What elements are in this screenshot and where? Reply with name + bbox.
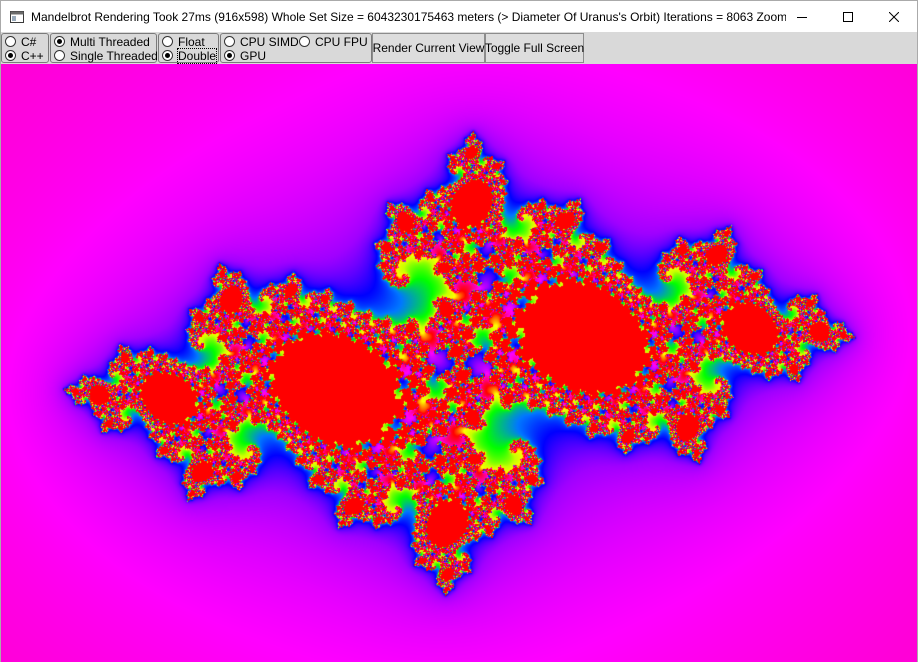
toggle-full-screen-button[interactable]: Toggle Full Screen (485, 33, 584, 63)
radio-double-label: Double (176, 47, 218, 64)
minimize-icon (797, 12, 807, 22)
radio-cpu-simd[interactable]: CPU SIMD (224, 34, 299, 49)
radio-multi-threaded[interactable]: Multi Threaded (54, 34, 150, 49)
radio-double-circle[interactable] (162, 50, 173, 61)
window-title: Mandelbrot Rendering Took 27ms (916x598)… (31, 9, 786, 24)
radio-cpu-simd-label: CPU SIMD (240, 34, 299, 49)
mandelbrot-canvas[interactable] (1, 64, 917, 662)
radio-csharp-label: C# (21, 34, 37, 49)
radio-csharp[interactable]: C# (5, 34, 36, 49)
title-bar[interactable]: Mandelbrot Rendering Took 27ms (916x598)… (1, 1, 917, 32)
radio-float[interactable]: Float (162, 34, 205, 49)
render-current-view-button[interactable]: Render Current View (372, 33, 485, 63)
window-controls (779, 1, 917, 32)
precision-group: Float Double (158, 33, 219, 64)
radio-double[interactable]: Double (162, 47, 218, 64)
radio-cpu-simd-circle[interactable] (224, 36, 235, 47)
radio-multi-threaded-label: Multi Threaded (70, 34, 150, 49)
maximize-button[interactable] (825, 1, 871, 32)
radio-multi-threaded-circle[interactable] (54, 36, 65, 47)
radio-float-label: Float (178, 34, 205, 49)
radio-single-threaded[interactable]: Single Threaded (54, 48, 158, 63)
radio-cpu-fpu[interactable]: CPU FPU (299, 34, 368, 49)
radio-cpu-fpu-circle[interactable] (299, 36, 310, 47)
close-icon (889, 11, 899, 22)
app-window-icon (9, 9, 25, 25)
radio-cpp-circle[interactable] (5, 50, 16, 61)
radio-float-circle[interactable] (162, 36, 173, 47)
mandelbrot-viewport[interactable] (1, 64, 917, 662)
maximize-icon (843, 11, 853, 22)
radio-single-threaded-label: Single Threaded (70, 48, 158, 63)
minimize-button[interactable] (779, 1, 825, 32)
language-group: C# C++ (1, 33, 49, 63)
radio-single-threaded-circle[interactable] (54, 50, 65, 61)
radio-gpu-circle[interactable] (224, 50, 235, 61)
radio-gpu[interactable]: GPU (224, 48, 266, 63)
app-window: Mandelbrot Rendering Took 27ms (916x598)… (0, 0, 918, 662)
radio-cpp-label: C++ (21, 48, 44, 63)
radio-cpp[interactable]: C++ (5, 48, 44, 63)
device-group: CPU SIMD CPU FPU GPU (220, 33, 372, 63)
radio-gpu-label: GPU (240, 48, 267, 63)
threading-group: Multi Threaded Single Threaded (50, 33, 158, 63)
radio-csharp-circle[interactable] (5, 36, 16, 47)
toolbar: C# C++ Multi Threaded Single Threaded Fl… (1, 32, 917, 64)
close-button[interactable] (871, 1, 917, 32)
radio-cpu-fpu-label: CPU FPU (315, 34, 368, 49)
